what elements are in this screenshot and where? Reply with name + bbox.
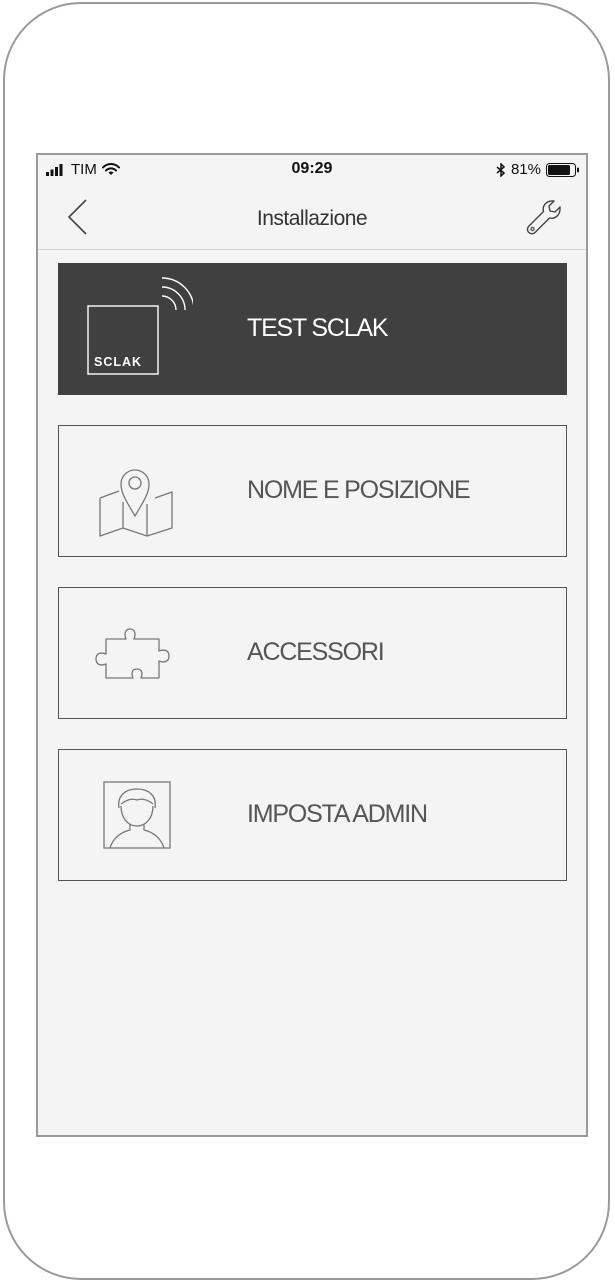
puzzle-icon (95, 628, 170, 679)
menu-item-set-admin[interactable]: IMPOSTA ADMIN (58, 749, 567, 881)
bluetooth-icon (496, 162, 506, 177)
battery-icon (546, 162, 579, 177)
status-right: 81% (496, 161, 580, 178)
menu-item-label: NOME E POSIZIONE (247, 476, 471, 504)
admin-user-icon (103, 781, 171, 849)
status-bar: TIM 09:29 81% (38, 155, 586, 185)
phone-frame: TIM 09:29 81% Installazione SCLAK TEST S… (3, 2, 610, 1280)
menu-item-accessories[interactable]: ACCESSORI (58, 587, 567, 719)
battery-percent: 81% (510, 161, 541, 178)
menu-item-test-sclak[interactable]: SCLAK TEST SCLAK (58, 263, 567, 395)
menu-item-label: TEST SCLAK (247, 314, 389, 342)
sclak-device-icon: SCLAK (87, 277, 193, 375)
menu-item-label: IMPOSTA ADMIN (247, 800, 428, 828)
page-title: Installazione (256, 207, 368, 230)
sclak-logo-text: SCLAK (94, 355, 142, 369)
menu-item-label: ACCESSORI (247, 638, 385, 666)
map-pin-icon (99, 469, 173, 537)
wrench-icon[interactable] (524, 197, 564, 237)
menu-item-name-position[interactable]: NOME E POSIZIONE (58, 425, 567, 557)
navigation-bar: Installazione (38, 185, 586, 250)
app-screen: TIM 09:29 81% Installazione SCLAK TEST S… (36, 153, 588, 1137)
